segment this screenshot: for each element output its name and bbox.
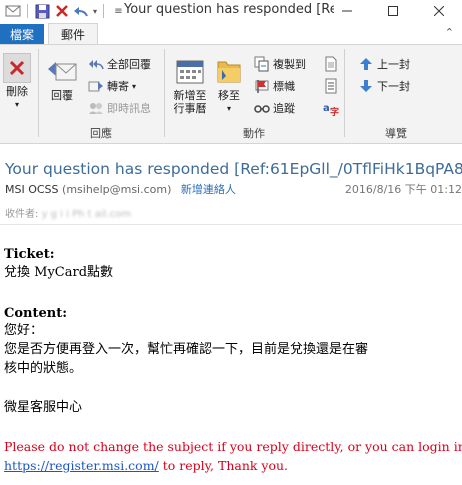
minimize-button[interactable] — [324, 0, 370, 22]
dropdown-arrow-icon: ▾ — [14, 100, 19, 109]
next-item-label: 下一封 — [377, 80, 410, 93]
delete-button[interactable]: 刪除 ▾ — [2, 53, 32, 111]
flag-button[interactable]: 標幟 — [254, 77, 295, 95]
translate-button[interactable]: a字 — [323, 99, 342, 117]
close-button[interactable] — [416, 0, 462, 22]
track-button[interactable]: 追蹤 — [254, 99, 295, 117]
reply-envelope-icon — [46, 55, 78, 87]
notice-line-2-text: to reply, Thank you. — [158, 458, 289, 473]
calendar-icon — [174, 55, 206, 87]
move-label: 移至 — [218, 89, 240, 102]
previous-item-button[interactable]: 上一封 — [358, 55, 410, 73]
copy-to-label: 複製到 — [273, 58, 306, 71]
view-source-button[interactable] — [323, 55, 342, 73]
message-sender: MSI OCSS (msihelp@msi.com) 新增連絡人 — [5, 181, 236, 197]
copy-icon — [254, 56, 270, 72]
notice-line-1: Please do not change the subject if you … — [4, 439, 462, 454]
reply-icon[interactable] — [72, 3, 89, 20]
recipient-value: y g i i Ph t ail.com — [41, 209, 131, 220]
new-appointment-button[interactable]: 新增至 行事曆 — [170, 55, 210, 115]
next-item-button[interactable]: 下一封 — [358, 77, 410, 95]
collapse-ribbon-icon[interactable]: ⌃ — [445, 26, 454, 39]
add-contact-link[interactable]: 新增連絡人 — [181, 183, 236, 196]
title-bar: ▾ ≡ Your question has responded [Ref: — [0, 0, 462, 22]
window-controls — [324, 0, 462, 22]
instant-message-button[interactable]: 即時訊息 — [88, 99, 151, 117]
group-divider — [164, 49, 165, 137]
glasses-icon — [254, 100, 270, 116]
ticket-value: 兌換 MyCard點數 — [4, 265, 114, 280]
svg-text:字: 字 — [330, 106, 339, 116]
translate-icon: a字 — [323, 100, 339, 116]
message-date: 2016/8/16 下午 01:12 — [344, 183, 462, 196]
arrow-up-icon — [358, 56, 374, 72]
group-divider — [38, 49, 39, 137]
group-label-actions: 動作 — [243, 127, 265, 140]
quick-access-toolbar: ▾ ≡ — [0, 0, 127, 22]
group-navigate: 上一封 下一封 導覽 — [346, 45, 446, 143]
message-subject: Your question has responded [Ref:61EpGll… — [5, 160, 462, 178]
group-delete: 刪除 ▾ — [0, 45, 36, 143]
header-divider — [0, 224, 462, 225]
new-appointment-label-1: 新增至 — [173, 89, 207, 102]
new-appointment-label-2: 行事曆 — [173, 102, 207, 115]
move-button[interactable]: 移至 ▾ — [214, 55, 244, 115]
more-actions-button[interactable] — [323, 77, 342, 95]
delete-x-icon — [3, 53, 31, 83]
reply-all-label: 全部回覆 — [107, 58, 151, 71]
forward-label: 轉寄 — [107, 80, 129, 93]
copy-to-button[interactable]: 複製到 — [254, 55, 306, 73]
ticket-label: Ticket: — [4, 247, 55, 262]
document-list-icon — [323, 78, 339, 94]
dropdown-arrow-icon: ▾ — [226, 104, 231, 113]
group-divider — [344, 49, 345, 137]
tab-message[interactable]: 郵件 — [48, 23, 98, 44]
sender-name[interactable]: MSI OCSS — [5, 183, 59, 196]
save-icon[interactable] — [34, 3, 51, 20]
track-label: 追蹤 — [273, 102, 295, 115]
previous-item-label: 上一封 — [377, 58, 410, 71]
instant-message-label: 即時訊息 — [107, 102, 151, 115]
envelope-icon — [4, 3, 21, 20]
people-icon — [88, 100, 104, 116]
signature-text: 微星客服中心 — [4, 400, 83, 415]
reply-all-icon — [88, 56, 104, 72]
group-label-navigate: 導覽 — [385, 127, 407, 140]
forward-icon — [88, 78, 104, 94]
greeting-text: 您好： — [4, 323, 44, 338]
content-label: Content: — [4, 306, 68, 321]
maximize-button[interactable] — [370, 0, 416, 22]
reply-label: 回覆 — [51, 89, 73, 102]
window-title: Your question has responded [Ref: — [124, 2, 334, 17]
flag-label: 標幟 — [273, 80, 295, 93]
toolbar-divider — [27, 4, 28, 18]
sender-email: (msihelp@msi.com) — [62, 183, 172, 196]
delete-label: 刪除 — [6, 85, 28, 98]
dropdown-arrow-icon: ▾ — [132, 81, 137, 91]
body-line-1: 您是否方便再登入一次，幫忙再確認一下，目前是兌換還是在審 — [4, 342, 369, 357]
group-respond: 回覆 全部回覆 轉寄 ▾ 即時訊息 回應 — [40, 45, 162, 143]
arrow-down-icon — [358, 78, 374, 94]
ribbon: 刪除 ▾ 回覆 全部回覆 轉寄 ▾ 即時訊息 回應 新增至 行事曆 移至 ▾ 複… — [0, 44, 462, 144]
toolbar-divider — [103, 4, 104, 18]
notice-line-2: https://register.msi.com/ to reply, Than… — [4, 457, 288, 475]
body-line-2: 核中的狀態。 — [4, 361, 83, 376]
ribbon-tabs: 檔案 郵件 ⌃ — [0, 22, 462, 44]
dropdown-arrow-icon[interactable]: ▾ — [91, 3, 99, 20]
message-recipient: 收件者: y g i i Ph t ail.com — [5, 205, 131, 220]
group-actions: 新增至 行事曆 移至 ▾ 複製到 標幟 追蹤 a 字 動作 — [166, 45, 342, 143]
svg-text:a: a — [323, 103, 330, 114]
folder-icon — [213, 55, 245, 87]
tab-file[interactable]: 檔案 — [0, 24, 44, 44]
forward-button[interactable]: 轉寄 ▾ — [88, 77, 136, 95]
document-icon — [323, 56, 339, 72]
register-link[interactable]: https://register.msi.com/ — [4, 458, 159, 473]
recipient-label: 收件者: — [5, 209, 39, 220]
group-label-respond: 回應 — [90, 127, 112, 140]
delete-icon[interactable] — [53, 3, 70, 20]
reply-all-button[interactable]: 全部回覆 — [88, 55, 151, 73]
reply-button[interactable]: 回覆 — [44, 55, 80, 102]
flag-icon — [254, 78, 270, 94]
